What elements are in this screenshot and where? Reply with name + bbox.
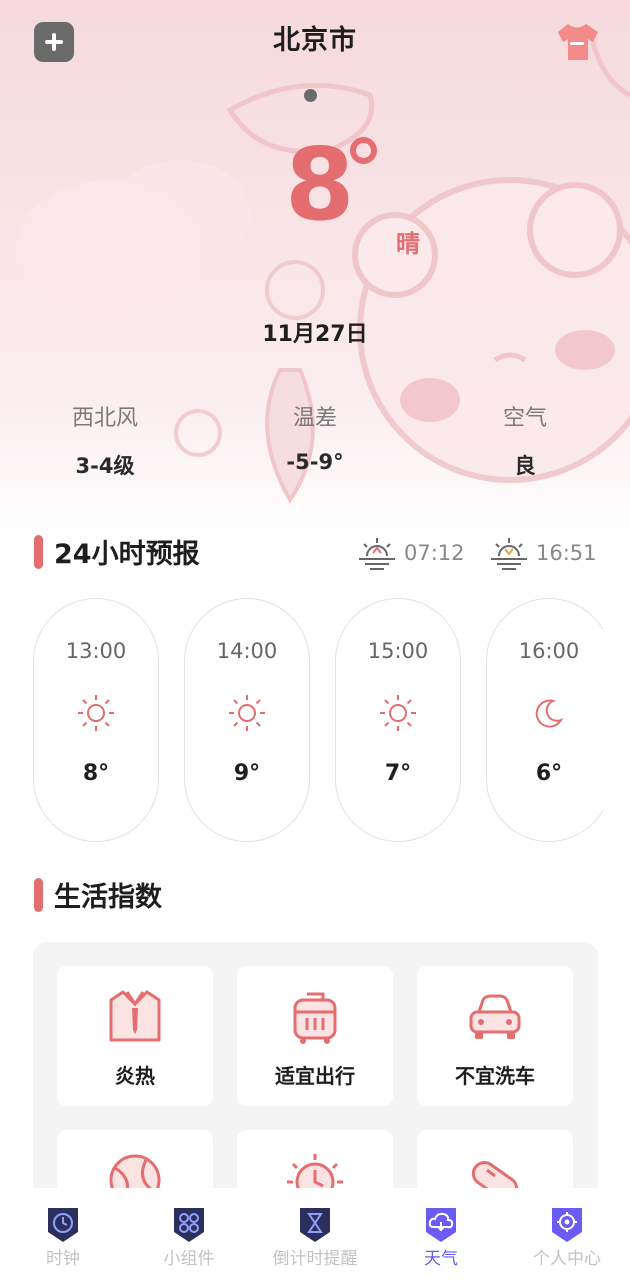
section-accent-bar [34,535,43,569]
hour-card[interactable]: 13:00 8° [33,598,159,842]
tshirt-icon [558,24,598,60]
hour-time: 16:00 [518,639,580,663]
tab-label: 个人中心 [533,1249,601,1269]
sunrise-time: 07:12 [404,541,465,565]
stat-label: 空气 [502,406,547,431]
forecast-title: 24小时预报 [54,539,200,570]
sunrise-info: 07:12 [358,536,465,570]
degree-symbol [350,137,377,164]
stat-wind: 西北风 3-4级 [25,400,185,480]
weather-condition: 晴 [396,230,420,258]
life-label: 适宜出行 [275,1064,355,1088]
tab-label: 小组件 [163,1249,215,1269]
stat-label: 温差 [292,406,337,431]
life-label: 不宜洗车 [455,1064,535,1088]
hour-card[interactable]: 14:00 9° [184,598,310,842]
sun-icon [78,695,114,731]
tab-label: 时钟 [46,1249,80,1269]
hour-time: 15:00 [367,639,429,663]
location-dot [304,89,317,102]
current-temperature: 8 [285,126,355,243]
tab-label: 天气 [424,1249,458,1269]
hour-temp: 7° [384,761,412,786]
hour-temp: 8° [82,761,110,786]
life-card-carwash[interactable]: 不宜洗车 [417,966,573,1106]
life-card-travel[interactable]: 适宜出行 [237,966,393,1106]
luggage-icon [293,992,337,1044]
tab-clock[interactable]: 时钟 [0,1188,126,1269]
sunset-info: 16:51 [490,536,597,570]
hour-card[interactable]: 15:00 7° [335,598,461,842]
sun-icon [380,695,416,731]
stat-label: 西北风 [71,406,138,431]
hour-time: 13:00 [65,639,127,663]
current-date: 11月27日 [262,322,368,347]
sunset-icon [491,538,527,570]
life-card-clothing[interactable]: 炎热 [57,966,213,1106]
section-accent-bar [34,878,43,912]
clock-icon [48,1208,78,1242]
weather-cloud-icon [426,1208,456,1242]
sunset-time: 16:51 [536,541,597,565]
hourly-forecast-list[interactable]: 13:00 8° 14:00 9° 15:00 7° 16:00 6° [33,598,603,843]
stat-temp-range: 温差 -5-9° [235,400,395,474]
hour-time: 14:00 [216,639,278,663]
city-name[interactable]: 北京市 [0,18,630,57]
life-index-title: 生活指数 [54,882,162,913]
hour-card[interactable]: 16:00 6° [486,598,603,842]
car-icon [469,994,521,1039]
bottom-tab-bar: 时钟 小组件 倒计时提醒 天气 个人中心 [0,1188,630,1280]
theme-button[interactable] [554,20,600,64]
hourglass-icon [300,1208,330,1242]
moon-icon [535,699,564,728]
stat-value: 良 [514,454,536,478]
widgets-icon [174,1208,204,1242]
tab-label: 倒计时提醒 [272,1249,358,1269]
tab-widgets[interactable]: 小组件 [126,1188,252,1269]
sun-icon [229,695,265,731]
settings-gear-icon [552,1208,582,1242]
tab-weather[interactable]: 天气 [378,1188,504,1269]
stat-value: -5-9° [286,450,344,474]
hour-temp: 6° [535,761,563,786]
life-label: 炎热 [115,1064,155,1088]
hour-temp: 9° [233,761,261,786]
stat-value: 3-4级 [75,454,135,478]
tab-countdown[interactable]: 倒计时提醒 [252,1188,378,1269]
shirt-icon [109,990,161,1042]
tab-profile[interactable]: 个人中心 [504,1188,630,1269]
life-index-panel: 炎热 适宜出行 不宜洗车 [33,942,598,1202]
sunrise-icon [359,538,395,570]
stat-air-quality: 空气 良 [445,400,605,480]
